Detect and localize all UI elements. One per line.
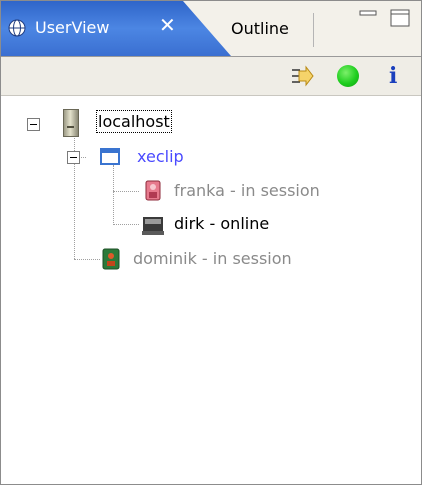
user-in-session-icon: [102, 248, 120, 270]
collapse-toggle[interactable]: [67, 151, 80, 164]
user-in-session-icon: [145, 180, 161, 201]
tree-guide-line: [113, 165, 114, 225]
node-label-localhost: localhost: [96, 110, 172, 133]
group-window-icon: [100, 148, 120, 165]
tree-guide-line: [113, 224, 139, 225]
globe-icon: [8, 19, 26, 37]
tab-bar: UserView ✕ Outline: [1, 1, 421, 57]
user-tree: localhost xeclip franka - in session dir…: [1, 97, 421, 485]
tab-userview[interactable]: UserView ✕: [1, 1, 231, 56]
close-icon[interactable]: ✕: [159, 13, 176, 37]
tab-divider: [313, 13, 314, 47]
node-label-xeclip: xeclip: [137, 147, 184, 166]
node-label-dominik: dominik - in session: [133, 249, 292, 268]
tab-userview-label: UserView: [35, 18, 110, 37]
maximize-icon[interactable]: [390, 9, 410, 27]
tab-outline-label: Outline: [231, 19, 289, 38]
forward-icon[interactable]: [290, 65, 314, 87]
view-toolbar: i: [1, 57, 421, 96]
collapse-toggle[interactable]: [27, 118, 40, 131]
node-label-franka: franka - in session: [174, 181, 320, 200]
tab-outline[interactable]: Outline: [219, 13, 314, 56]
tree-guide-line: [74, 259, 100, 260]
info-icon[interactable]: i: [389, 63, 397, 89]
status-online-icon[interactable]: [337, 65, 359, 87]
node-label-dirk: dirk - online: [174, 214, 270, 233]
user-online-icon: [142, 217, 164, 235]
tree-guide-line: [113, 191, 139, 192]
user-view-panel: UserView ✕ Outline i localhost xeclip fr…: [0, 0, 422, 485]
server-icon: [63, 109, 79, 137]
minimize-icon[interactable]: [359, 9, 377, 23]
